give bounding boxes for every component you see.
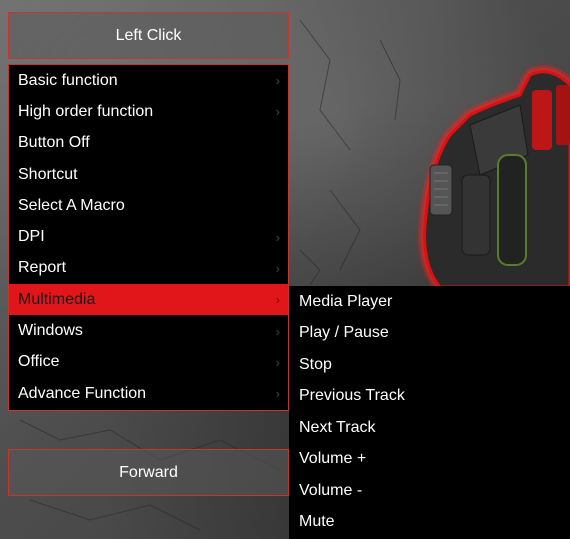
submenu-item-mute[interactable]: Mute xyxy=(289,507,570,539)
submenu-item-label: Play / Pause xyxy=(299,324,389,342)
menu-item-label: Select A Macro xyxy=(18,196,125,214)
menu-item-label: Multimedia xyxy=(18,290,96,308)
menu-item-label: High order function xyxy=(18,102,154,120)
menu-item-label: DPI xyxy=(18,228,45,246)
left-click-button[interactable]: Left Click xyxy=(8,12,289,59)
chevron-right-icon: › xyxy=(275,104,280,120)
submenu-item-label: Volume + xyxy=(299,450,367,468)
forward-label: Forward xyxy=(119,463,178,481)
menu-item-report[interactable]: Report › xyxy=(9,253,288,284)
menu-item-office[interactable]: Office › xyxy=(9,347,288,378)
menu-item-label: Button Off xyxy=(18,134,90,152)
menu-item-label: Office xyxy=(18,353,60,371)
menu-item-select-a-macro[interactable]: Select A Macro xyxy=(9,190,288,221)
multimedia-submenu: Media Player Play / Pause Stop Previous … xyxy=(289,286,570,539)
chevron-right-icon: › xyxy=(275,386,280,402)
menu-item-dpi[interactable]: DPI › xyxy=(9,221,288,252)
left-click-label: Left Click xyxy=(115,26,182,44)
submenu-item-media-player[interactable]: Media Player xyxy=(289,286,570,318)
menu-item-label: Basic function xyxy=(18,71,118,89)
submenu-item-label: Stop xyxy=(299,355,332,373)
submenu-item-label: Next Track xyxy=(299,418,376,436)
chevron-right-icon: › xyxy=(275,323,280,339)
submenu-item-label: Previous Track xyxy=(299,387,405,405)
submenu-item-stop[interactable]: Stop xyxy=(289,349,570,381)
menu-item-basic-function[interactable]: Basic function › xyxy=(9,65,288,96)
function-menu: Basic function › High order function › B… xyxy=(8,64,289,411)
chevron-right-icon: › xyxy=(275,73,280,89)
menu-item-button-off[interactable]: Button Off xyxy=(9,128,288,159)
menu-item-shortcut[interactable]: Shortcut xyxy=(9,159,288,190)
menu-item-high-order-function[interactable]: High order function › xyxy=(9,96,288,127)
submenu-item-label: Mute xyxy=(299,513,335,531)
chevron-right-icon: › xyxy=(275,354,280,370)
menu-item-label: Report xyxy=(18,259,67,277)
menu-item-label: Advance Function xyxy=(18,384,147,402)
submenu-item-play-pause[interactable]: Play / Pause xyxy=(289,318,570,350)
submenu-item-previous-track[interactable]: Previous Track xyxy=(289,381,570,413)
submenu-item-next-track[interactable]: Next Track xyxy=(289,412,570,444)
menu-item-advance-function[interactable]: Advance Function › xyxy=(9,378,288,409)
chevron-right-icon: › xyxy=(275,260,280,276)
menu-item-windows[interactable]: Windows › xyxy=(9,315,288,346)
submenu-item-volume-up[interactable]: Volume + xyxy=(289,444,570,476)
submenu-item-label: Volume - xyxy=(299,481,363,499)
submenu-item-label: Media Player xyxy=(299,292,393,310)
menu-item-label: Shortcut xyxy=(18,165,78,183)
forward-button[interactable]: Forward xyxy=(8,449,289,496)
chevron-right-icon: › xyxy=(275,229,280,245)
chevron-right-icon: › xyxy=(275,292,280,308)
mouse-image xyxy=(420,67,570,291)
submenu-item-volume-down[interactable]: Volume - xyxy=(289,475,570,507)
menu-item-label: Windows xyxy=(18,322,83,340)
menu-item-multimedia[interactable]: Multimedia › xyxy=(9,284,288,316)
